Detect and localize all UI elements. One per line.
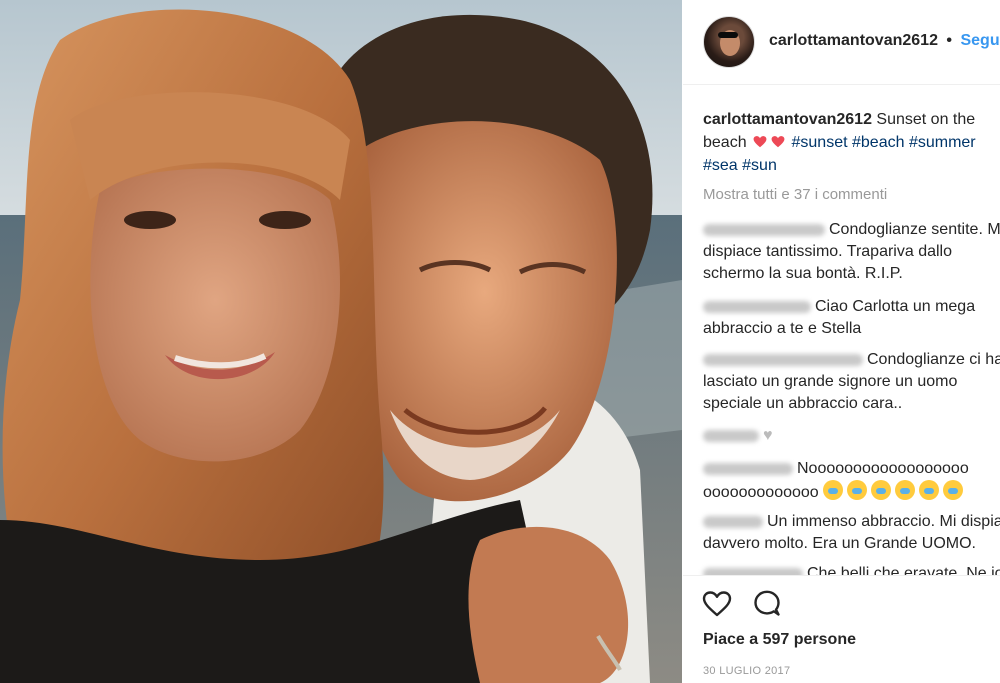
red-heart-icon (771, 136, 785, 148)
comment: Un immenso abbraccio. Mi dispiace davver… (703, 511, 1000, 555)
view-all-comments-link[interactable]: Mostra tutti e 37 i commenti (703, 186, 887, 203)
avatar-glasses (718, 32, 738, 38)
comment-text: Un immenso abbraccio. Mi dispiace (767, 513, 1000, 530)
emoji-row (823, 480, 967, 507)
comment-text: Ciao Carlotta un mega (815, 298, 976, 315)
comment: Ciao Carlotta un mega abbraccio a te e S… (703, 296, 975, 340)
comment-text: Noooooooooooooooooo (797, 460, 969, 477)
selfie-photo (0, 0, 682, 683)
hashtag-link[interactable]: #sun (742, 157, 777, 174)
follow-button[interactable]: Segui (960, 32, 1000, 49)
separator-dot: • (946, 32, 953, 49)
header-user-line: carlottamantovan2612 • Segui (769, 32, 1000, 50)
avatar[interactable] (703, 16, 755, 68)
comment: Condoglianze sentite. Mi dispiace tantis… (703, 219, 1000, 285)
caption-text-a: Sunset on the (876, 111, 976, 128)
blurred-username (703, 300, 811, 313)
blurred-username (703, 515, 763, 528)
blurred-username (703, 353, 863, 366)
comment-text: Condoglianze sentite. Mi (829, 221, 1000, 238)
heart-outline-icon[interactable] (701, 588, 733, 620)
likes-count[interactable]: Piace a 597 persone (703, 631, 856, 649)
post-caption: carlottamantovan2612 Sunset on the beach… (703, 108, 1000, 177)
post-date[interactable]: 30 LUGLIO 2017 (703, 665, 790, 677)
red-heart-icon (753, 136, 767, 148)
comment: Noooooooooooooooooo ooooooooooooo (703, 458, 969, 507)
comment-text: schermo la sua bontà. R.I.P. (703, 265, 903, 282)
post-photo[interactable] (0, 0, 682, 683)
comment-text: lasciato un grande signore un uomo (703, 373, 958, 390)
hashtag-link[interactable]: #beach (852, 134, 905, 151)
post-header: carlottamantovan2612 • Segui (683, 0, 1000, 85)
hashtag-link[interactable]: #summer (909, 134, 976, 151)
blurred-username (703, 429, 759, 442)
blurred-username (703, 223, 825, 236)
loudly-crying-face-icon (871, 480, 892, 500)
comment-text: davvero molto. Era un Grande UOMO. (703, 535, 976, 552)
comment-text: abbraccio a te e Stella (703, 320, 862, 337)
comment-text: dispiace tantissimo. Trapariva dallo (703, 243, 953, 260)
comment: ♥ (703, 425, 773, 447)
hashtag-link[interactable]: #sunset (792, 134, 848, 151)
header-username[interactable]: carlottamantovan2612 (769, 32, 938, 49)
loudly-crying-face-icon (847, 480, 868, 500)
comment-text: ooooooooooooo (703, 484, 819, 501)
loudly-crying-face-icon (895, 480, 916, 500)
loudly-crying-face-icon (919, 480, 940, 500)
speech-bubble-icon[interactable] (751, 588, 783, 620)
comment: Condoglianze ci ha lasciato un grande si… (703, 349, 1000, 415)
caption-text-b: beach (703, 134, 747, 151)
comment-text: Condoglianze ci ha (867, 351, 1000, 368)
post-sidebar: carlottamantovan2612 • Segui carlottaman… (683, 0, 1000, 683)
blurred-username (703, 462, 793, 475)
loudly-crying-face-icon (823, 480, 844, 500)
comment-text: speciale un abbraccio cara.. (703, 395, 903, 412)
caption-username[interactable]: carlottamantovan2612 (703, 111, 872, 128)
post-actions: Piace a 597 persone 30 LUGLIO 2017 (683, 575, 1000, 683)
comment-text: ♥ (763, 427, 773, 444)
loudly-crying-face-icon (943, 480, 964, 500)
hashtag-link[interactable]: #sea (703, 157, 738, 174)
